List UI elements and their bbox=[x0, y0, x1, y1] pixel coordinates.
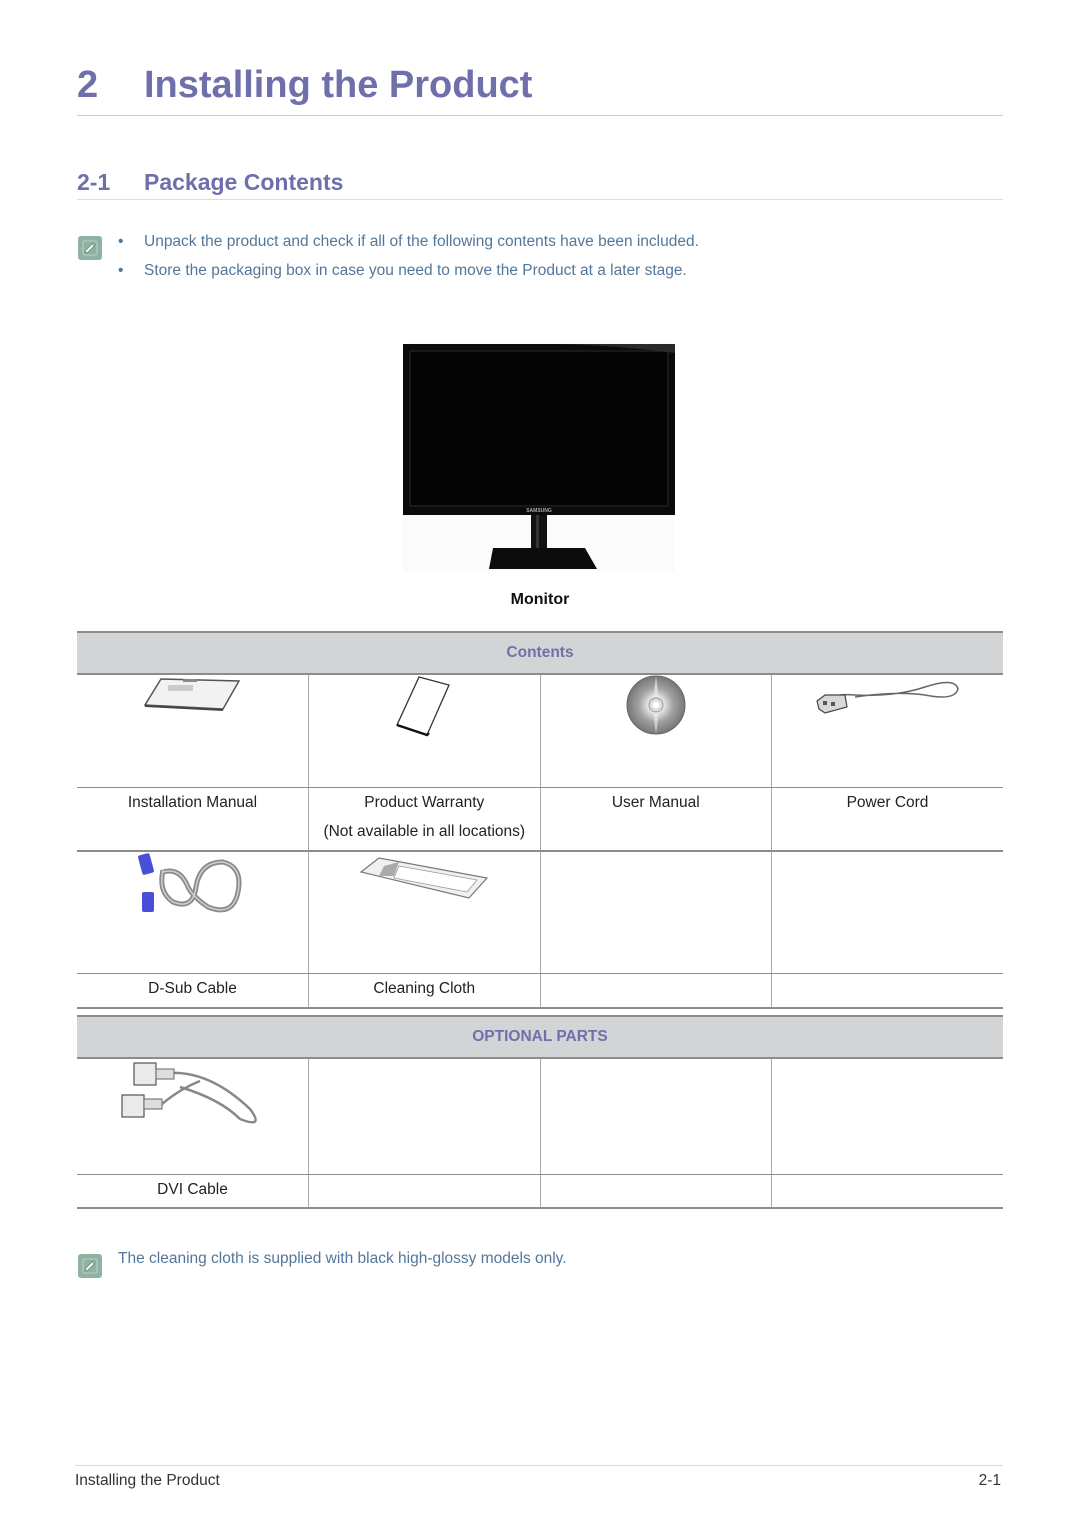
monitor-brand: SAMSUNG bbox=[526, 508, 552, 514]
empty-cell bbox=[308, 1174, 540, 1209]
item-label: Power Cord bbox=[846, 794, 929, 811]
item-label: Cleaning Cloth bbox=[373, 980, 476, 997]
section-number: 2-1 bbox=[77, 169, 111, 195]
note-pencil-icon bbox=[78, 236, 102, 260]
item-label: User Manual bbox=[611, 794, 700, 811]
contents-header: Contents bbox=[77, 631, 1003, 675]
empty-cell bbox=[308, 1058, 540, 1175]
note-bullet: Unpack the product and check if all of t… bbox=[118, 232, 699, 261]
optional-parts-header: OPTIONAL PARTS bbox=[77, 1015, 1003, 1059]
item-sublabel: (Not available in all locations) bbox=[323, 823, 526, 840]
chapter-title: 2 Installing the Product bbox=[77, 64, 532, 107]
cleaning-cloth-icon bbox=[359, 856, 489, 899]
note-bullet: Store the packaging box in case you need… bbox=[118, 261, 699, 290]
note-pencil-icon bbox=[78, 1254, 102, 1278]
item-image-cell bbox=[539, 674, 772, 788]
item-label: DVI Cable bbox=[157, 1180, 228, 1198]
section-title-text: Package Contents bbox=[144, 169, 344, 195]
item-image-cell bbox=[77, 674, 309, 788]
footer-chapter-title: Installing the Product bbox=[75, 1472, 220, 1489]
footnote-text: The cleaning cloth is supplied with blac… bbox=[118, 1250, 567, 1267]
notes-list: Unpack the product and check if all of t… bbox=[118, 232, 699, 290]
monitor-label: Monitor bbox=[510, 591, 570, 608]
empty-cell bbox=[539, 850, 772, 974]
monitor-image: SAMSUNG bbox=[403, 343, 675, 571]
cd-disc-icon bbox=[626, 675, 686, 735]
empty-cell bbox=[539, 1058, 772, 1175]
chapter-title-text: Installing the Product bbox=[144, 64, 533, 106]
product-warranty-icon bbox=[396, 676, 451, 737]
empty-cell bbox=[539, 973, 772, 1009]
dvi-cable-icon bbox=[121, 1062, 257, 1124]
chapter-number: 2 bbox=[77, 64, 99, 106]
item-label: Product Warranty bbox=[364, 794, 485, 811]
empty-cell bbox=[771, 1058, 1003, 1175]
contents-table: Contents Installation Manual Product War… bbox=[77, 631, 1003, 1009]
item-image-cell bbox=[77, 1058, 309, 1175]
item-label: Installation Manual bbox=[127, 794, 258, 811]
dsub-cable-icon bbox=[137, 852, 241, 912]
item-image-cell bbox=[308, 850, 540, 974]
chapter-divider bbox=[77, 115, 1003, 116]
section-divider bbox=[77, 199, 1003, 200]
empty-cell bbox=[771, 973, 1003, 1009]
power-cord-icon bbox=[816, 681, 959, 714]
section-title: 2-1 Package Contents bbox=[77, 169, 343, 196]
optional-parts-table: OPTIONAL PARTS DVI Cable bbox=[77, 1015, 1003, 1209]
item-image-cell bbox=[771, 674, 1003, 788]
footer-page-number: 2-1 bbox=[978, 1472, 1001, 1489]
empty-cell bbox=[771, 1174, 1003, 1209]
footer-divider bbox=[75, 1465, 1003, 1466]
installation-manual-icon bbox=[143, 678, 240, 711]
empty-cell bbox=[539, 1174, 772, 1209]
item-label: D-Sub Cable bbox=[148, 980, 237, 997]
item-image-cell bbox=[308, 674, 540, 788]
item-image-cell bbox=[77, 850, 309, 974]
empty-cell bbox=[771, 850, 1003, 974]
